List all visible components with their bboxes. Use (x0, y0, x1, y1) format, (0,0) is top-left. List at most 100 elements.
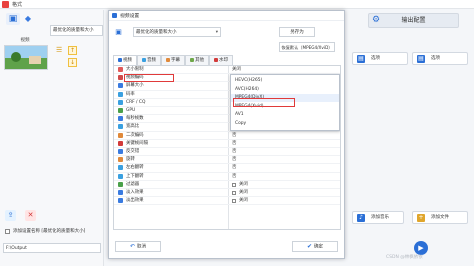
dialog-title: 视频设置 (120, 14, 140, 19)
bookmark-icon[interactable]: ◆ (22, 13, 34, 25)
file-tab[interactable]: 视频 (4, 37, 46, 44)
tab-label: 音频 (147, 58, 156, 63)
property-row[interactable]: 上下翻转 否 (114, 173, 340, 181)
tab-video[interactable]: 视频 (113, 55, 137, 65)
dialog-preset-select[interactable]: 最优化的质量和大小 ▾ (133, 27, 221, 37)
property-value[interactable]: 否 (232, 148, 236, 156)
options-button-2[interactable]: ▤ 选项 (412, 52, 468, 65)
restore-default-button[interactable]: 恢复默认（MPEG4/XviD） (279, 42, 335, 52)
property-row[interactable]: 淡入效果 关闭 (114, 189, 340, 198)
codec-option[interactable]: AV1 (231, 111, 339, 119)
property-name: 每秒帧数 (126, 116, 144, 122)
property-table: 大小限制关闭视频编码MPEG4(DivX)屏幕大小码率CRF / CQGPU每秒… (113, 65, 341, 230)
fade-in-icon (118, 190, 123, 195)
property-row[interactable]: 过滤器 关闭 (114, 181, 340, 189)
tab-other[interactable]: 其他 (185, 55, 209, 65)
property-name: 过滤器 (126, 181, 140, 187)
property-value[interactable]: 否 (232, 173, 236, 181)
options-button-1[interactable]: ▤ 选项 (352, 52, 408, 65)
other-tab-icon (190, 57, 194, 62)
add-preset-label: 添加设置名称 [最优化的质量和大小] (13, 229, 86, 234)
add-media-icon[interactable]: ▣ (6, 13, 20, 25)
codec-option[interactable]: AVC(H264) (231, 86, 339, 94)
aspect-icon (118, 124, 123, 130)
property-value[interactable]: 否 (232, 164, 236, 172)
property-row[interactable]: 左右翻转 否 (114, 164, 340, 173)
tab-audio[interactable]: 音频 (137, 55, 161, 65)
property-checkbox[interactable] (232, 182, 236, 187)
tab-watermark[interactable]: 水印 (209, 55, 233, 65)
property-value[interactable]: 关闭 (239, 197, 248, 205)
keyframe-icon (118, 140, 123, 146)
property-checkbox[interactable] (232, 191, 236, 195)
video-codec-highlight (124, 74, 174, 82)
start-icon[interactable]: ▶ (414, 241, 428, 255)
add-file-button[interactable]: + 添加文件 (412, 211, 468, 224)
confirm-label: 确定 (314, 244, 324, 250)
fade-out-icon (118, 198, 123, 204)
confirm-button[interactable]: ✔ 确定 (292, 241, 338, 252)
property-value[interactable]: 关闭 (239, 181, 248, 189)
watermark-tab-icon (214, 57, 218, 62)
add-preset-checkbox[interactable] (5, 229, 10, 234)
property-value[interactable]: 否 (232, 156, 236, 164)
delete-icon[interactable]: ✕ (25, 210, 36, 221)
property-value[interactable]: 否 (232, 140, 236, 148)
list-icon[interactable]: ☰ (56, 46, 64, 54)
property-row[interactable]: 二次编码 否 (114, 132, 340, 140)
property-value[interactable]: 关闭 (239, 189, 248, 197)
move-up-icon[interactable]: ↑ (68, 46, 77, 55)
property-row[interactable]: 大小限制 关闭 (114, 66, 340, 75)
property-name: GPU (126, 108, 136, 113)
add-file-label: 添加文件 (431, 215, 449, 220)
property-row[interactable]: 反交错 否 (114, 148, 340, 157)
bitrate-icon (118, 91, 123, 97)
property-checkbox[interactable] (232, 199, 236, 204)
preset-icon[interactable]: ▣ (113, 27, 124, 37)
add-file-icon: + (417, 214, 425, 222)
property-row[interactable]: 淡出效果 关闭 (114, 197, 340, 206)
property-value[interactable]: 关闭 (232, 66, 241, 74)
chevron-down-icon: ▾ (215, 30, 218, 35)
codec-option[interactable]: Copy (231, 120, 339, 128)
move-down-icon[interactable]: ↓ (68, 58, 77, 67)
save-as-button[interactable]: 另存为 (279, 27, 315, 37)
options-label-1: 选项 (371, 56, 380, 61)
property-name: 大小限制 (126, 67, 144, 72)
two-pass-icon (118, 132, 123, 138)
options-icon: ▤ (417, 55, 425, 63)
cancel-button[interactable]: ↶ 取消 (115, 241, 161, 252)
property-name: 反交错 (126, 149, 140, 154)
export-icon[interactable]: ⇪ (5, 210, 16, 221)
video-codec-icon (118, 75, 123, 81)
gear-icon: ⚙ (372, 15, 381, 25)
dialog-titlebar: 视频设置 (109, 11, 344, 21)
dialog-preset-value: 最优化的质量和大小 (136, 30, 177, 35)
selected-codec-highlight (233, 98, 295, 107)
add-music-button[interactable]: ♪ 添加音乐 (352, 211, 404, 224)
crf-icon (118, 99, 123, 105)
video-thumbnail[interactable] (4, 45, 48, 70)
audio-tab-icon (142, 57, 146, 62)
codec-option[interactable]: HEVC(H265) (231, 77, 339, 85)
app-titlebar: 格式 (0, 0, 474, 9)
right-panel (349, 10, 474, 266)
video-codec-dropdown[interactable]: HEVC(H265) AVC(H264) MPEG4(DivX) MPEG4(Xvid… (230, 74, 340, 131)
output-path-field[interactable]: F:\Output (3, 243, 101, 253)
deinterlace-icon (118, 149, 123, 154)
property-value[interactable]: 否 (232, 132, 236, 140)
music-icon: ♪ (357, 214, 365, 222)
screen-icon (118, 83, 123, 89)
rotate-icon (118, 157, 123, 163)
property-name: 旋转 (126, 157, 135, 163)
size-icon (118, 67, 123, 72)
tab-subtitle[interactable]: 字幕 (161, 55, 185, 65)
property-name: 屏幕大小 (126, 83, 144, 89)
property-name: 二次编码 (126, 132, 144, 138)
preset-select[interactable]: 最优化的质量和大小 (50, 25, 103, 36)
property-name: 关键帧间隔 (126, 140, 148, 146)
property-name: 淡出效果 (126, 198, 144, 204)
property-row[interactable]: 旋转 否 (114, 156, 340, 165)
tab-label: 水印 (219, 58, 228, 63)
property-row[interactable]: 关键帧间隔 否 (114, 140, 340, 148)
